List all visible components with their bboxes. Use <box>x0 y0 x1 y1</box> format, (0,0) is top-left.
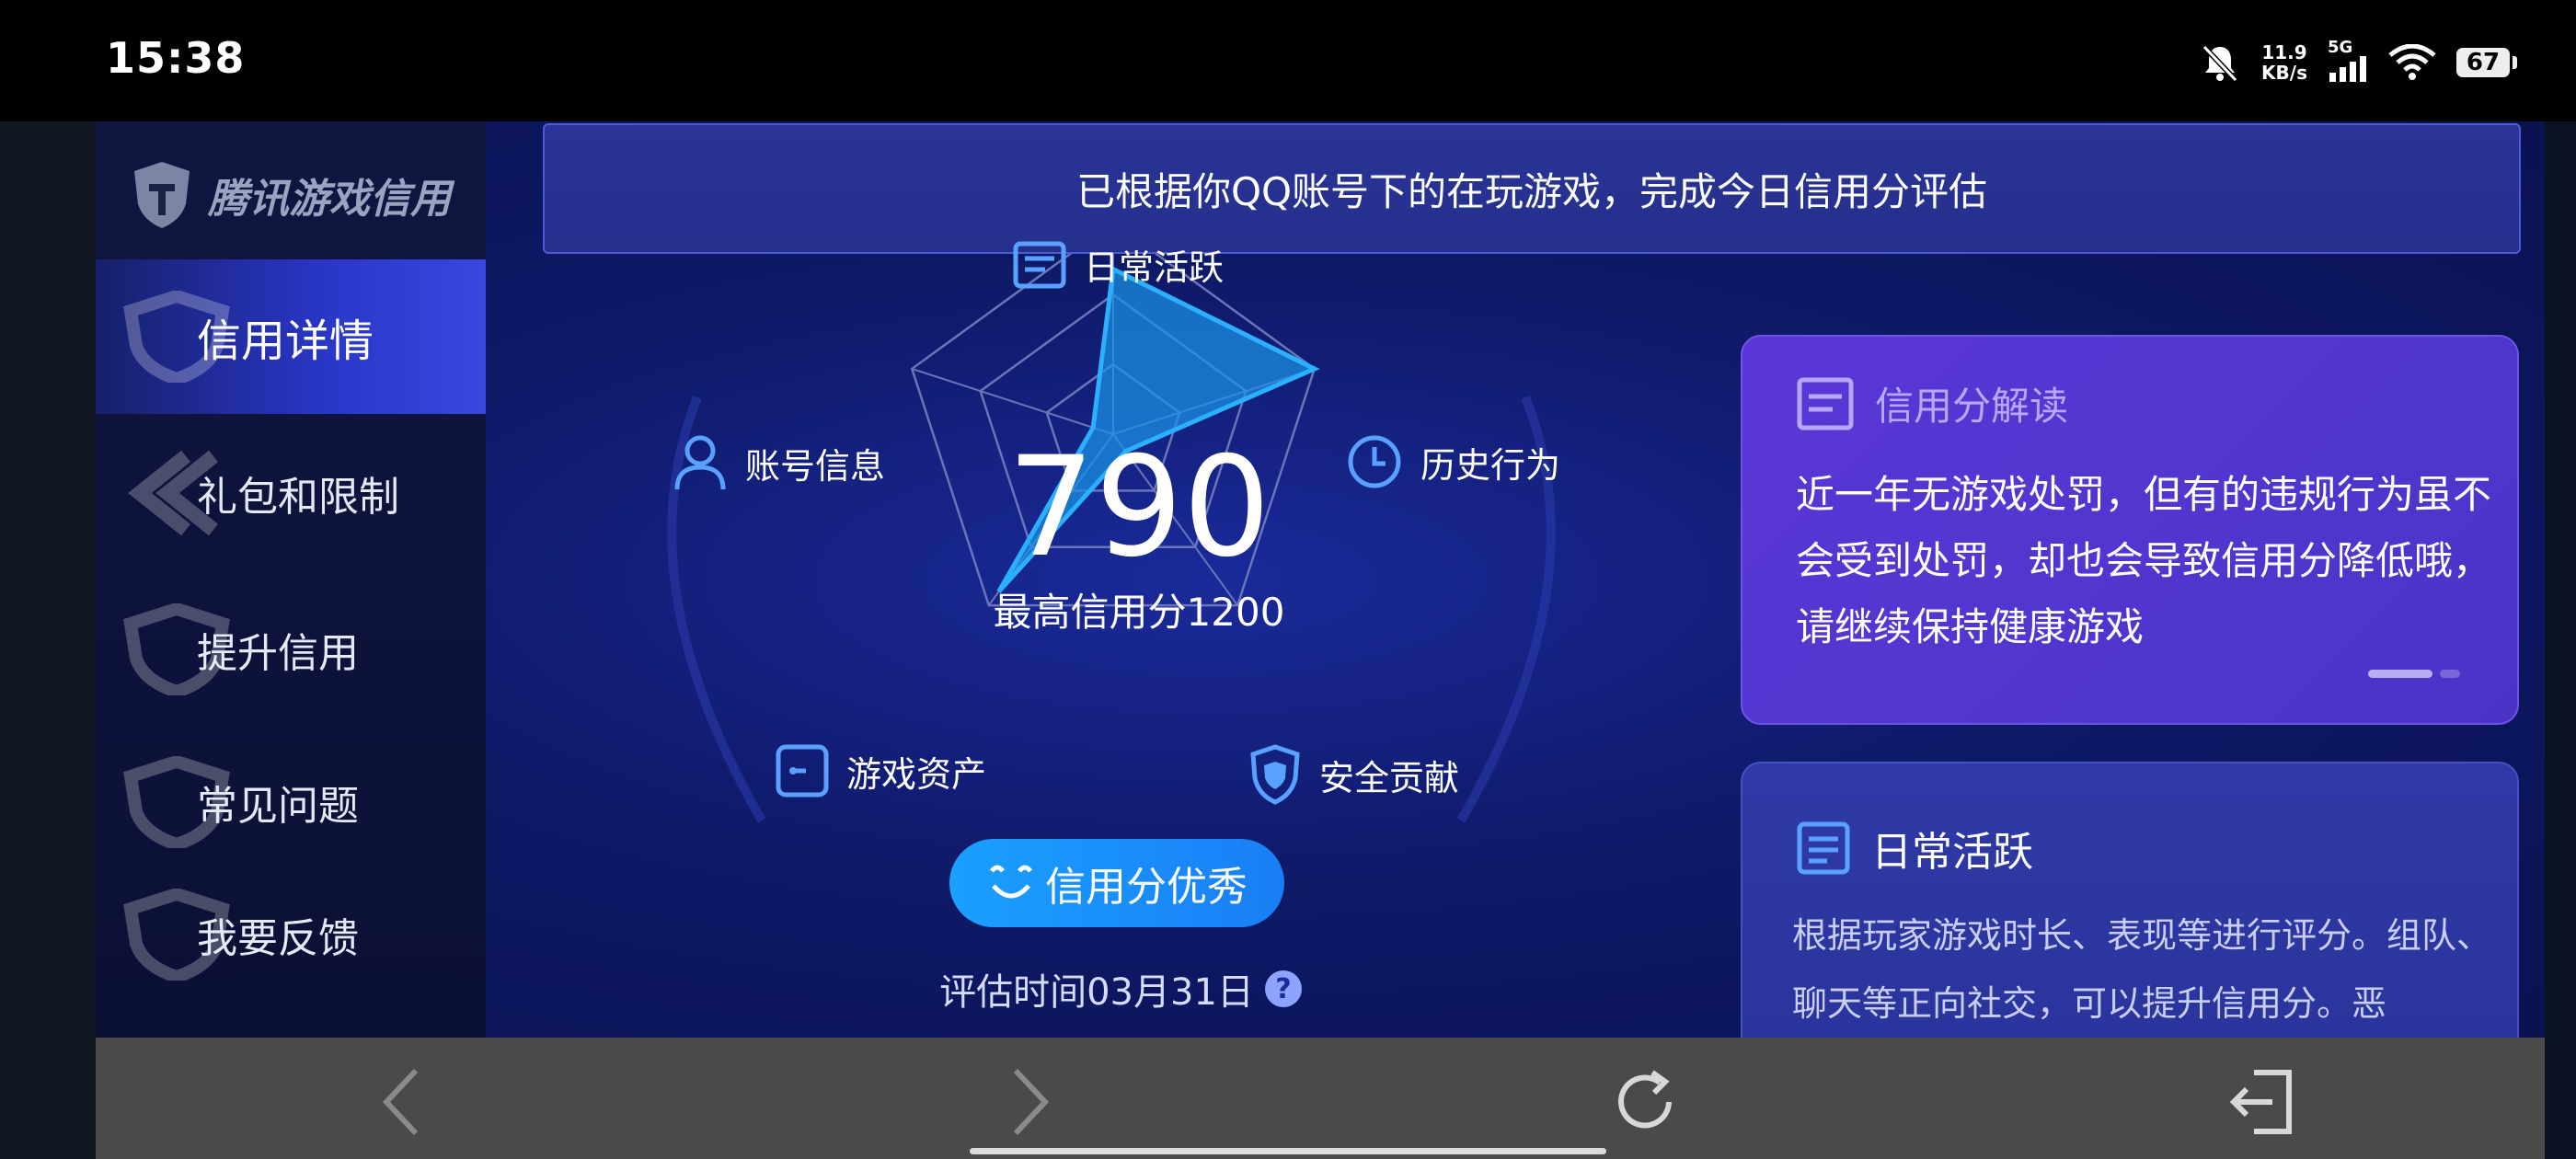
radar-axis-account-info: 账号信息 <box>672 432 885 493</box>
wallet-icon <box>776 744 829 798</box>
status-time: 15:38 <box>106 33 246 83</box>
refresh-icon[interactable] <box>1608 1065 1682 1139</box>
browser-toolbar <box>96 1038 2545 1159</box>
signal-bars-icon <box>2329 56 2366 82</box>
signal-5g: 5G <box>2328 40 2368 86</box>
radar-axis-label: 游戏资产 <box>846 753 987 795</box>
sidebar-item-label: 信用详情 <box>197 316 374 367</box>
carousel-dot-active <box>2368 670 2432 678</box>
sidebar-item-label: 提升信用 <box>197 630 359 677</box>
max-score-text: 最高信用分1200 <box>993 590 1285 635</box>
carousel-dot <box>2440 670 2460 678</box>
radar-axis-label: 账号信息 <box>745 445 886 487</box>
radar-axis-daily-activity: 日常活跃 <box>1012 239 1224 290</box>
app-logo: 腾讯游戏信用 <box>129 158 451 232</box>
radar-axis-label: 历史行为 <box>1420 444 1561 486</box>
mute-bell-icon <box>2202 44 2238 83</box>
radar-axis-history: 历史行为 <box>1345 432 1560 491</box>
card-header: 信用分解读 <box>1796 375 2068 431</box>
status-bar: 15:38 11.9 KB/s 5G 67 <box>0 0 2576 121</box>
right-gutter <box>2545 121 2576 1159</box>
network-speed: 11.9 KB/s <box>2261 41 2307 84</box>
daily-activity-card: 日常活跃 根据玩家游戏时长、表现等进行评分。组队、聊天等正向社交，可以提升信用分… <box>1741 762 2519 1038</box>
back-icon[interactable] <box>368 1065 442 1139</box>
user-icon <box>674 435 726 490</box>
sidebar-item-credit-details[interactable]: 信用详情 <box>96 259 486 414</box>
sidebar-item-gifts-limits[interactable]: 礼包和限制 <box>96 416 486 570</box>
card-body: 根据玩家游戏时长、表现等进行评分。组队、聊天等正向社交，可以提升信用分。恶 <box>1792 915 2492 1024</box>
help-icon[interactable]: ? <box>1264 970 1302 1007</box>
sidebar-item-faq[interactable]: 常见问题 <box>96 725 486 879</box>
card-title: 信用分解读 <box>1875 384 2069 429</box>
card-title: 日常活跃 <box>1871 829 2033 876</box>
sidebar: 腾讯游戏信用 信用详情 礼包和限制 提升信用 常见问题 我要反馈 <box>96 121 486 1038</box>
radar-axis-security: 安全贡献 <box>1248 743 1459 806</box>
shield-icon <box>1250 744 1300 805</box>
sidebar-item-feedback[interactable]: 我要反馈 <box>96 857 486 1012</box>
assessment-banner: 已根据你QQ账号下的在玩游戏，完成今日信用分评估 <box>543 123 2521 254</box>
credit-rating-button[interactable]: 信用分优秀 <box>949 839 1284 927</box>
main-content: 已根据你QQ账号下的在玩游戏，完成今日信用分评估 日常活跃 历史行为 安全贡献 … <box>486 121 2545 1038</box>
sidebar-item-label: 我要反馈 <box>197 915 359 962</box>
card-body: 近一年无游戏处罚，但有的违规行为虽不会受到处罚，却也会导致信用分降低哦，请继续保… <box>1796 472 2492 649</box>
card-icon <box>1013 241 1066 288</box>
sidebar-item-label: 礼包和限制 <box>197 474 399 521</box>
smile-icon <box>990 865 1032 899</box>
credit-score-value: 790 <box>1006 428 1271 588</box>
clock-icon <box>1348 435 1401 488</box>
wifi-icon <box>2388 44 2436 80</box>
carousel-indicator <box>2368 670 2460 678</box>
logo-text: 腾讯游戏信用 <box>208 176 451 223</box>
home-indicator[interactable] <box>970 1148 1606 1154</box>
status-icons: 11.9 KB/s 5G 67 <box>2199 37 2517 88</box>
radar-axis-label: 日常活跃 <box>1084 247 1225 288</box>
evaluation-time: 评估时间03月31日 ? <box>927 962 1314 1016</box>
credit-rating-label: 信用分优秀 <box>1045 864 1248 911</box>
radar-axis-game-assets: 游戏资产 <box>775 743 986 798</box>
radar-axis-label: 安全贡献 <box>1319 757 1460 798</box>
radar-axis-line <box>911 367 1114 435</box>
forward-icon[interactable] <box>990 1065 1064 1139</box>
exit-icon[interactable] <box>2226 1065 2300 1139</box>
battery-indicator: 67 <box>2456 48 2517 77</box>
shield-logo-icon <box>134 162 190 228</box>
evaluation-time-text: 评估时间03月31日 <box>939 971 1254 1014</box>
sidebar-item-label: 常见问题 <box>197 783 359 830</box>
card-header: 日常活跃 <box>1796 819 2033 878</box>
left-gutter <box>0 121 96 1159</box>
document-icon <box>1797 821 1850 875</box>
document-icon <box>1797 377 1854 430</box>
sidebar-item-improve-credit[interactable]: 提升信用 <box>96 572 486 727</box>
credit-interpretation-card: 信用分解读 近一年无游戏处罚，但有的违规行为虽不会受到处罚，却也会导致信用分降低… <box>1741 335 2519 725</box>
